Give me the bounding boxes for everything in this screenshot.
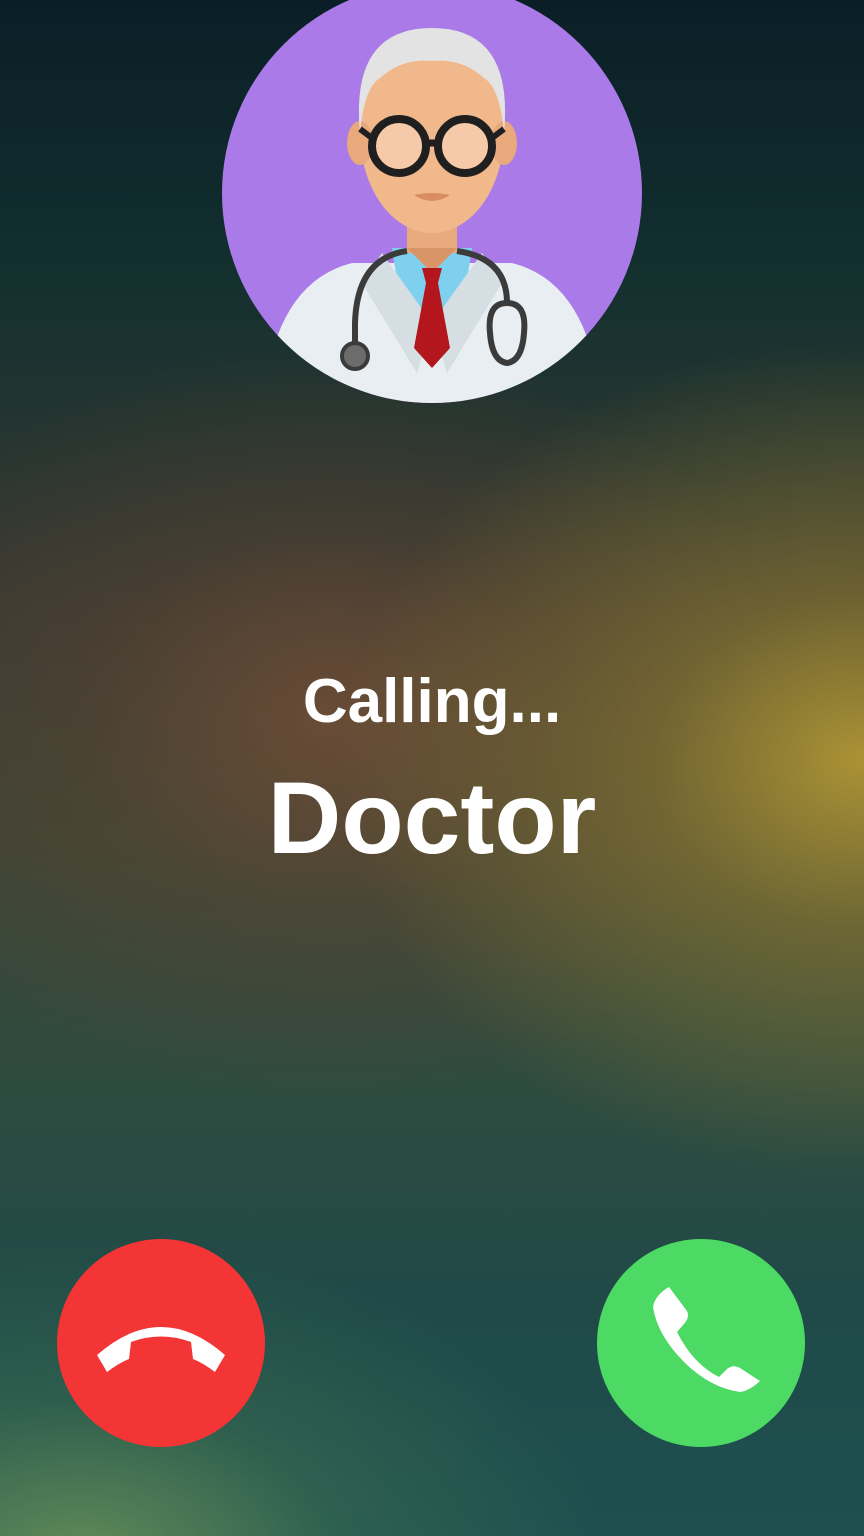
caller-avatar: [222, 0, 642, 403]
decline-call-button[interactable]: [57, 1239, 265, 1447]
doctor-avatar-icon: [262, 28, 602, 403]
caller-name: Doctor: [267, 761, 597, 875]
call-status: Calling...: [302, 667, 562, 736]
phone-hangup-icon: [97, 1327, 225, 1372]
phone-icon: [653, 1287, 760, 1392]
accept-call-button[interactable]: [597, 1239, 805, 1447]
